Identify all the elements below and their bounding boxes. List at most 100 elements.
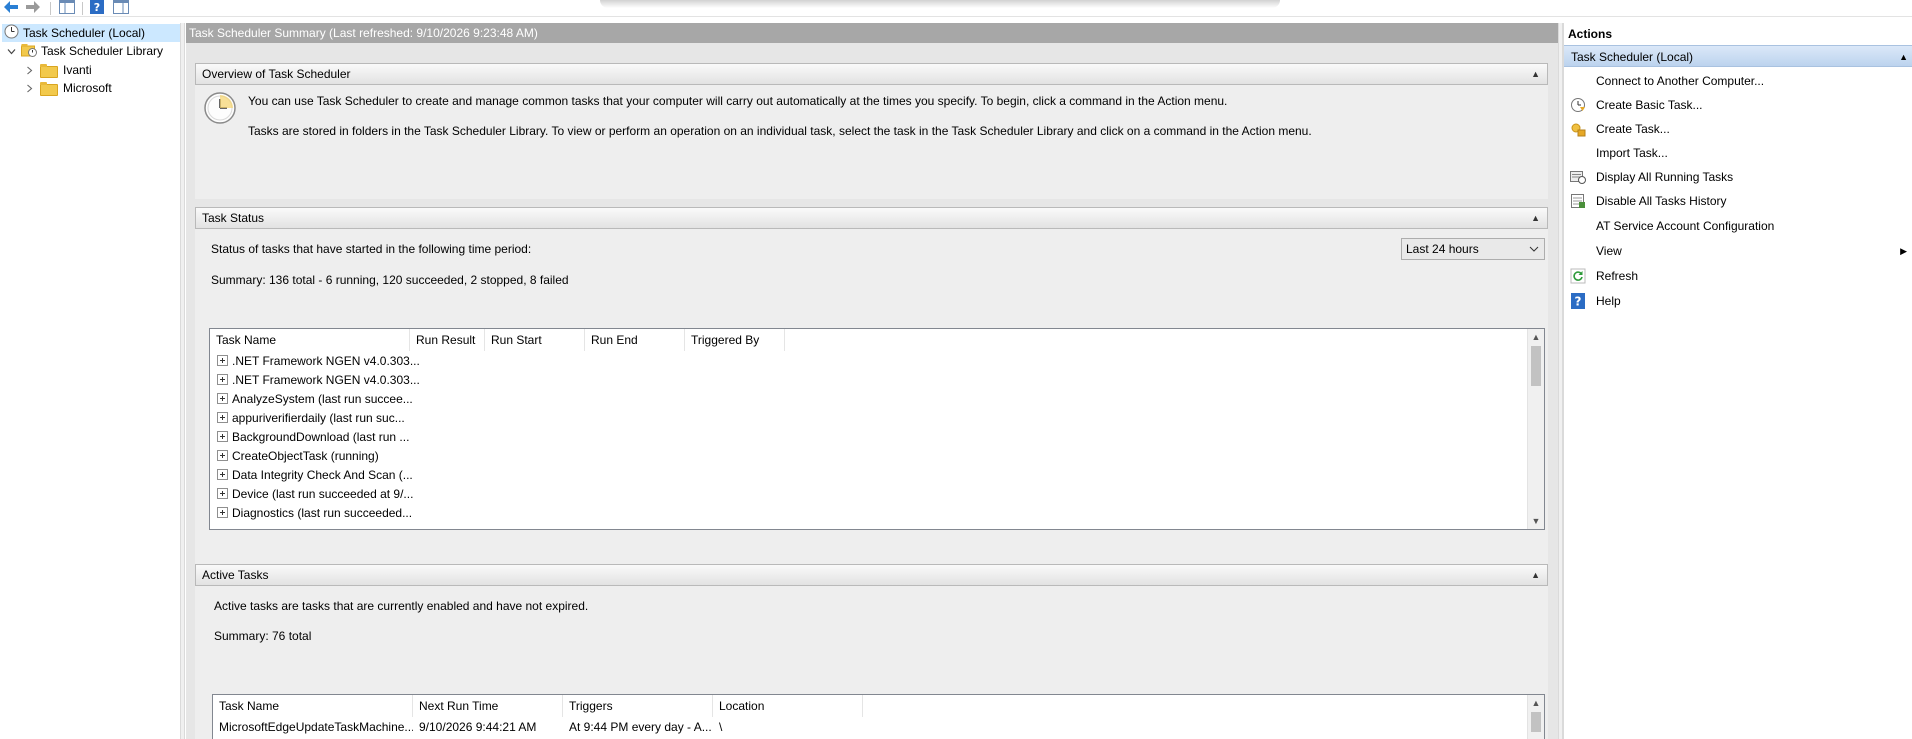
tree-item-folder[interactable]: Ivanti — [24, 61, 92, 79]
column-header[interactable]: Location — [713, 695, 863, 717]
column-header[interactable]: Next Run Time — [413, 695, 563, 717]
action-disable-all-tasks-history[interactable]: Disable All Tasks History — [1564, 191, 1912, 211]
svg-text:?: ? — [94, 1, 100, 14]
tree-label: Microsoft — [63, 81, 112, 95]
scrollbar-thumb[interactable] — [1531, 346, 1541, 386]
next-run-cell: 9/10/2026 9:44:21 AM — [419, 719, 537, 734]
action-create-task[interactable]: Create Task... — [1564, 119, 1912, 139]
active-tasks-section-header[interactable]: Active Tasks ▲ — [195, 564, 1548, 586]
expand-icon[interactable] — [217, 507, 228, 518]
pane-splitter[interactable] — [180, 23, 185, 739]
expand-icon[interactable] — [217, 431, 228, 442]
task-name-cell: MicrosoftEdgeUpdateTaskMachine... — [219, 719, 413, 734]
chevron-right-icon[interactable] — [24, 83, 34, 93]
table-row[interactable]: Device (last run succeeded at 9/... — [210, 484, 420, 503]
status-period-dropdown[interactable]: Last 24 hours — [1401, 238, 1545, 260]
action-at-service-account-configuration[interactable]: AT Service Account Configuration — [1564, 216, 1912, 236]
table-header: Task Name Next Run Time Triggers Locatio… — [213, 695, 863, 717]
chevron-right-icon[interactable] — [24, 65, 34, 75]
action-connect-to-another-computer[interactable]: Connect to Another Computer... — [1564, 71, 1912, 91]
expand-icon[interactable] — [217, 355, 228, 366]
tree-item-task-scheduler-library[interactable]: Task Scheduler Library — [6, 42, 163, 60]
clock-icon — [4, 24, 19, 42]
triggers-cell: At 9:44 PM every day - A... — [569, 719, 712, 734]
expand-icon[interactable] — [217, 393, 228, 404]
expand-icon[interactable] — [217, 469, 228, 480]
column-header[interactable]: Run Result — [410, 329, 485, 351]
status-summary: Summary: 136 total - 6 running, 120 succ… — [211, 273, 569, 287]
disable-history-icon — [1570, 193, 1586, 209]
active-tasks-description: Active tasks are tasks that are currentl… — [214, 599, 589, 613]
active-tasks-table: Task Name Next Run Time Triggers Locatio… — [212, 694, 1545, 739]
collapse-icon[interactable]: ▲ — [1899, 46, 1908, 68]
expand-icon[interactable] — [217, 412, 228, 423]
action-view[interactable]: View ▶ — [1564, 241, 1912, 261]
table-row[interactable]: .NET Framework NGEN v4.0.303... — [210, 370, 420, 389]
tree-item-task-scheduler-local[interactable]: Task Scheduler (Local) — [2, 24, 180, 42]
tree-label: Ivanti — [63, 63, 92, 77]
table-row[interactable]: BackgroundDownload (last run ... — [210, 427, 420, 446]
tree-item-folder[interactable]: Microsoft — [24, 79, 112, 97]
action-create-basic-task[interactable]: Create Basic Task... — [1564, 95, 1912, 115]
toolbar-separator — [82, 2, 83, 15]
collapse-icon[interactable]: ▲ — [1531, 565, 1540, 585]
refresh-icon — [1570, 268, 1586, 284]
chevron-down-icon[interactable] — [6, 46, 16, 56]
location-cell: \ — [719, 719, 723, 734]
expand-icon[interactable] — [217, 488, 228, 499]
vertical-scrollbar[interactable]: ▲ — [1527, 695, 1544, 739]
expand-icon[interactable] — [217, 374, 228, 385]
column-header[interactable]: Triggered By — [685, 329, 785, 351]
column-header[interactable]: Task Name — [210, 329, 410, 351]
task-name-cell: Device (last run succeeded at 9/... — [232, 486, 414, 501]
table-row[interactable]: AnalyzeSystem (last run succee... — [210, 389, 420, 408]
folder-icon — [40, 82, 58, 96]
action-display-all-running-tasks[interactable]: Display All Running Tasks — [1564, 167, 1912, 187]
section-title: Task Status — [202, 211, 265, 225]
scroll-up-icon[interactable]: ▲ — [1528, 695, 1544, 711]
table-row[interactable]: .NET Framework NGEN v4.0.303... — [210, 351, 420, 370]
properties-icon — [113, 0, 129, 17]
column-header[interactable]: Triggers — [563, 695, 713, 717]
table-row[interactable]: MicrosoftEdgeUpdateTaskMachine... 9/10/2… — [213, 717, 863, 736]
action-label: Help — [1596, 294, 1621, 308]
table-row[interactable]: Diagnostics (last run succeeded... — [210, 503, 420, 522]
show-hide-console-tree-button[interactable] — [58, 0, 76, 16]
action-label: Disable All Tasks History — [1596, 194, 1727, 208]
toolbar: ? — [0, 0, 1912, 17]
action-help[interactable]: ? Help — [1564, 291, 1912, 311]
vertical-scrollbar[interactable]: ▲ ▼ — [1527, 329, 1544, 529]
create-task-icon — [1570, 121, 1586, 137]
submenu-arrow-icon: ▶ — [1900, 245, 1907, 256]
create-basic-task-icon — [1570, 97, 1586, 113]
expand-icon[interactable] — [217, 450, 228, 461]
collapse-icon[interactable]: ▲ — [1531, 64, 1540, 84]
console-tree: Task Scheduler (Local) Task Scheduler Li… — [0, 23, 180, 739]
show-hide-console-tree-icon — [59, 0, 75, 17]
column-header[interactable]: Run Start — [485, 329, 585, 351]
display-running-tasks-icon — [1570, 169, 1586, 185]
action-refresh[interactable]: Refresh — [1564, 266, 1912, 286]
help-button[interactable]: ? — [88, 0, 106, 16]
properties-button[interactable] — [112, 0, 130, 16]
collapse-icon[interactable]: ▲ — [1531, 208, 1540, 228]
actions-group-header[interactable]: Task Scheduler (Local) ▲ — [1564, 45, 1912, 67]
table-row[interactable]: appuriverifierdaily (last run suc... — [210, 408, 420, 427]
scroll-down-icon[interactable]: ▼ — [1528, 513, 1544, 529]
scrollbar-thumb[interactable] — [1531, 712, 1541, 732]
column-header[interactable]: Task Name — [213, 695, 413, 717]
table-row[interactable]: CreateObjectTask (running) — [210, 446, 420, 465]
folder-clock-icon — [21, 43, 37, 60]
overview-section-header[interactable]: Overview of Task Scheduler ▲ — [195, 63, 1548, 85]
back-button[interactable] — [2, 0, 20, 16]
table-header: Task Name Run Result Run Start Run End T… — [210, 329, 785, 351]
status-period-label: Status of tasks that have started in the… — [211, 242, 532, 256]
task-status-section-header[interactable]: Task Status ▲ — [195, 207, 1548, 229]
column-header[interactable]: Run End — [585, 329, 685, 351]
scroll-up-icon[interactable]: ▲ — [1528, 329, 1544, 345]
table-body: .NET Framework NGEN v4.0.303... .NET Fra… — [210, 351, 420, 522]
forward-button[interactable] — [24, 0, 42, 16]
help-icon: ? — [90, 0, 104, 17]
table-row[interactable]: Data Integrity Check And Scan (... — [210, 465, 420, 484]
action-import-task[interactable]: Import Task... — [1564, 143, 1912, 163]
